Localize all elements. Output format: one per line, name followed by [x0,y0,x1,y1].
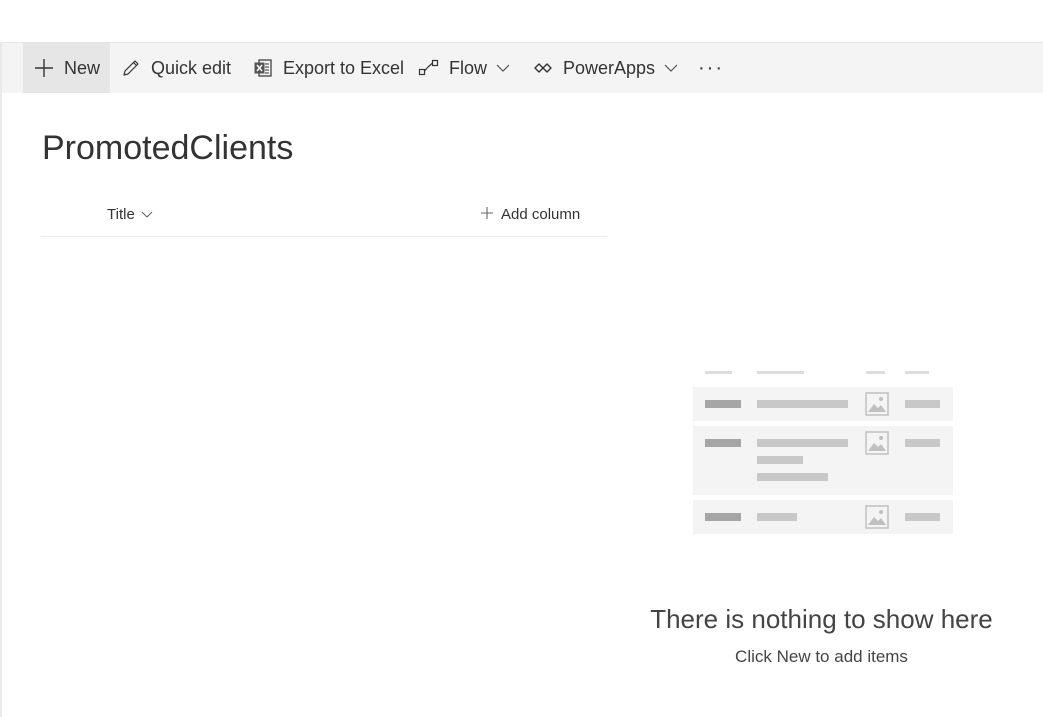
quick-edit-button[interactable]: Quick edit [120,43,231,93]
column-header-title-label: Title [107,206,135,223]
add-column-label: Add column [501,206,581,223]
export-to-excel-button[interactable]: Export to Excel [252,43,404,93]
empty-state-subtext: Click New to add items [735,647,908,666]
flow-icon [418,57,440,79]
command-bar: New Quick edit Export to Excel Flow Powe… [2,42,1043,93]
chevron-down-icon [495,60,511,76]
page: New Quick edit Export to Excel Flow Powe… [0,0,1043,717]
powerapps-label: PowerApps [563,57,656,78]
flow-label: Flow [449,57,488,78]
excel-icon [252,57,274,79]
list-header-row: Title Add column [41,196,607,237]
powerapps-menu-button[interactable]: PowerApps [532,43,679,93]
more-options-button[interactable]: ··· [698,43,724,93]
chevron-down-icon [663,60,679,76]
flow-menu-button[interactable]: Flow [418,43,511,93]
powerapps-icon [532,57,554,79]
empty-state-heading: There is nothing to show here [650,604,993,634]
left-divider [0,42,2,717]
add-column-button[interactable]: Add column [481,206,580,223]
pencil-icon [120,57,142,79]
empty-list-illustration [693,368,955,538]
export-to-excel-label: Export to Excel [283,57,405,78]
quick-edit-label: Quick edit [151,57,232,78]
ellipsis-icon: ··· [698,56,724,79]
new-button-label: New [64,57,101,78]
chevron-down-icon [141,211,153,218]
list-title: PromotedClients [42,129,294,167]
plus-icon [481,206,493,223]
new-button[interactable]: New [23,43,111,93]
column-header-title[interactable]: Title [107,206,154,223]
plus-icon [33,57,55,79]
